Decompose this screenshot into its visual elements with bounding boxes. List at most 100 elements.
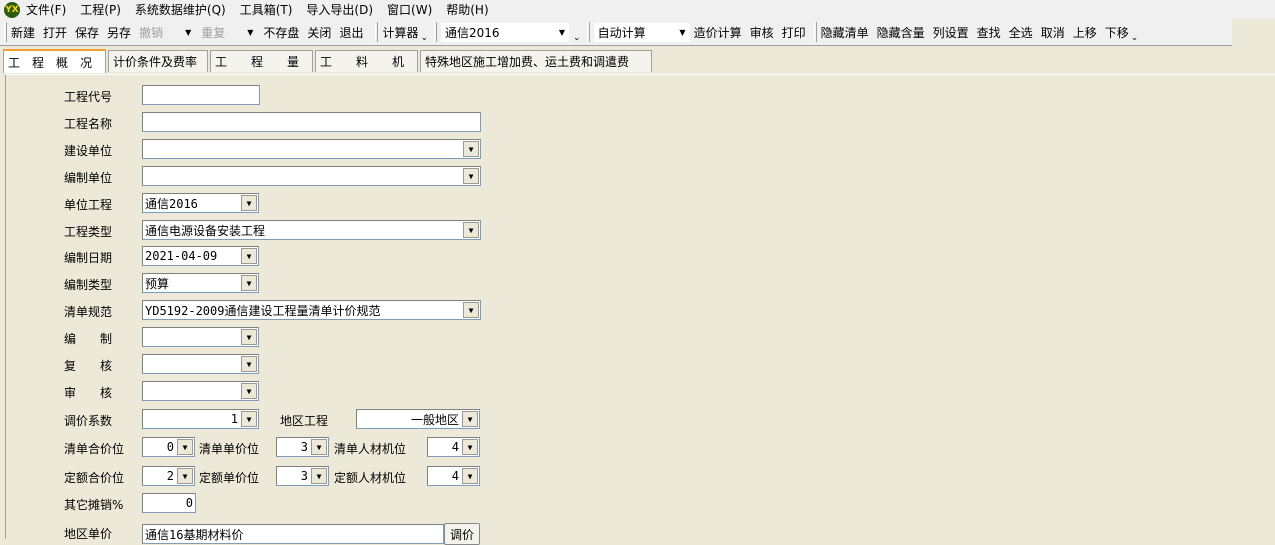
- find-button[interactable]: 查找: [977, 24, 1001, 41]
- tab-project-overview[interactable]: 工 程 概 况: [3, 49, 106, 73]
- compile-type-select[interactable]: 预算 ▼: [142, 273, 259, 293]
- toolbar-grip[interactable]: [434, 22, 438, 42]
- chevron-down-icon[interactable]: ▼: [462, 411, 478, 427]
- menu-file[interactable]: 文件(F): [26, 1, 66, 18]
- toolbar-grip[interactable]: [586, 22, 590, 42]
- bill-lmm-digits-select[interactable]: 4 ▼: [427, 437, 480, 457]
- chevron-down-icon[interactable]: ▼: [241, 248, 257, 264]
- price-adjust-select[interactable]: 1 ▼: [142, 409, 259, 429]
- region-project-select[interactable]: 一般地区 ▼: [356, 409, 480, 429]
- menu-toolbox[interactable]: 工具箱(T): [240, 1, 293, 18]
- menu-project[interactable]: 工程(P): [80, 1, 121, 18]
- redo-button[interactable]: 重复: [201, 24, 225, 41]
- move-up-button[interactable]: 上移: [1073, 24, 1097, 41]
- menu-system-data[interactable]: 系统数据维护(Q): [135, 1, 226, 18]
- review-button[interactable]: 审核: [750, 24, 774, 41]
- checker-select[interactable]: ▼: [142, 354, 259, 374]
- project-type-value: 通信电源设备安装工程: [145, 223, 266, 238]
- chevron-down-icon[interactable]: ▼: [311, 439, 327, 455]
- project-name-input[interactable]: [142, 112, 481, 132]
- project-code-input[interactable]: [142, 85, 260, 105]
- tab-quantities[interactable]: 工 程 量: [210, 50, 313, 72]
- quota-total-digits-select[interactable]: 2 ▼: [142, 466, 195, 486]
- undo-dropdown-icon[interactable]: ▼: [185, 28, 191, 37]
- chevron-down-icon[interactable]: ▼: [241, 383, 257, 399]
- region-price-input[interactable]: 通信16基期材料价: [142, 524, 444, 544]
- adjust-price-button[interactable]: 调价: [444, 523, 480, 545]
- exit-button[interactable]: 退出: [339, 24, 363, 41]
- auditor-select[interactable]: ▼: [142, 381, 259, 401]
- hide-list-button[interactable]: 隐藏清单: [821, 24, 869, 41]
- compiling-unit-select[interactable]: ▼: [142, 166, 481, 186]
- construction-unit-select[interactable]: ▼: [142, 139, 481, 159]
- column-settings-button[interactable]: 列设置: [933, 24, 969, 41]
- quota-unit-digits-label: 定额单价位: [199, 471, 260, 485]
- chevron-down-icon[interactable]: ▼: [463, 222, 479, 238]
- toolbar-overflow-icon[interactable]: ⌄: [573, 33, 581, 43]
- chevron-down-icon[interactable]: ▼: [241, 356, 257, 372]
- menu-import-export[interactable]: 导入导出(D): [306, 1, 373, 18]
- chevron-down-icon[interactable]: ▼: [241, 195, 257, 211]
- compile-date-value: 2021-04-09: [145, 249, 218, 263]
- hide-content-button[interactable]: 隐藏含量: [877, 24, 925, 41]
- region-project-value: 一般地区: [410, 412, 459, 427]
- quota-lmm-digits-select[interactable]: 4 ▼: [427, 466, 480, 486]
- toolbar-overflow-icon[interactable]: ⌄: [1131, 33, 1139, 43]
- chevron-down-icon[interactable]: ▼: [463, 141, 479, 157]
- tab-pricing-conditions[interactable]: 计价条件及费率: [108, 50, 208, 72]
- project-type-select[interactable]: 通信电源设备安装工程 ▼: [142, 220, 481, 240]
- select-all-button[interactable]: 全选: [1009, 24, 1033, 41]
- other-amort-input[interactable]: 0: [142, 493, 196, 513]
- chevron-down-icon[interactable]: ▼: [177, 439, 193, 455]
- chevron-down-icon: ▼: [558, 27, 566, 37]
- project-type-label: 工程类型: [64, 225, 113, 239]
- close-button[interactable]: 关闭: [307, 24, 331, 41]
- chevron-down-icon[interactable]: ▼: [463, 302, 479, 318]
- bill-unit-digits-select[interactable]: 3 ▼: [276, 437, 329, 457]
- print-button[interactable]: 打印: [782, 24, 806, 41]
- chevron-down-icon[interactable]: ▼: [462, 468, 478, 484]
- chevron-down-icon[interactable]: ▼: [241, 329, 257, 345]
- tab-special-fees[interactable]: 特殊地区施工增加费、运土费和调遣费: [420, 50, 652, 72]
- project-code-label: 工程代号: [64, 90, 113, 104]
- menu-help[interactable]: 帮助(H): [446, 1, 488, 18]
- save-as-button[interactable]: 另存: [107, 24, 131, 41]
- checker-label: 复 核: [64, 359, 113, 373]
- cancel-button[interactable]: 取消: [1041, 24, 1065, 41]
- bill-spec-select[interactable]: YD5192-2009通信建设工程量清单计价规范 ▼: [142, 300, 481, 320]
- calc-mode-select[interactable]: 自动计算 ▼: [593, 22, 690, 42]
- chevron-down-icon[interactable]: ▼: [241, 411, 257, 427]
- open-button[interactable]: 打开: [43, 24, 67, 41]
- separator: [375, 22, 379, 42]
- bill-unit-digits-value: 3: [300, 440, 308, 454]
- chevron-down-icon[interactable]: ▼: [463, 168, 479, 184]
- cost-calc-button[interactable]: 造价计算: [694, 24, 742, 41]
- no-save-button[interactable]: 不存盘: [263, 24, 299, 41]
- unit-project-select[interactable]: 通信2016 ▼: [142, 193, 259, 213]
- toolbar-overflow-icon[interactable]: ⌄: [420, 33, 428, 43]
- save-button[interactable]: 保存: [75, 24, 99, 41]
- bill-total-digits-select[interactable]: 0 ▼: [142, 437, 195, 457]
- profession-select[interactable]: 通信2016 ▼: [441, 22, 570, 42]
- quota-lmm-digits-value: 4: [451, 469, 459, 483]
- toolbar-grip[interactable]: [4, 22, 7, 42]
- undo-button[interactable]: 撤销: [139, 24, 163, 41]
- calculator-button[interactable]: 计算器: [382, 24, 418, 41]
- bill-total-digits-value: 0: [166, 440, 174, 454]
- chevron-down-icon[interactable]: ▼: [241, 275, 257, 291]
- compiler-select[interactable]: ▼: [142, 327, 259, 347]
- quota-unit-digits-select[interactable]: 3 ▼: [276, 466, 329, 486]
- tab-labor-material-machine[interactable]: 工 料 机: [315, 50, 418, 72]
- chevron-down-icon[interactable]: ▼: [462, 439, 478, 455]
- chevron-down-icon: ▼: [679, 27, 686, 37]
- redo-dropdown-icon[interactable]: ▼: [247, 28, 253, 37]
- move-down-button[interactable]: 下移: [1105, 24, 1129, 41]
- menu-window[interactable]: 窗口(W): [387, 1, 432, 18]
- chevron-down-icon[interactable]: ▼: [311, 468, 327, 484]
- toolbar-background: [1232, 19, 1275, 46]
- bill-lmm-digits-value: 4: [451, 440, 459, 454]
- chevron-down-icon[interactable]: ▼: [177, 468, 193, 484]
- price-adjust-label: 调价系数: [64, 414, 113, 428]
- compile-date-picker[interactable]: 2021-04-09 ▼: [142, 246, 259, 266]
- new-button[interactable]: 新建: [11, 24, 35, 41]
